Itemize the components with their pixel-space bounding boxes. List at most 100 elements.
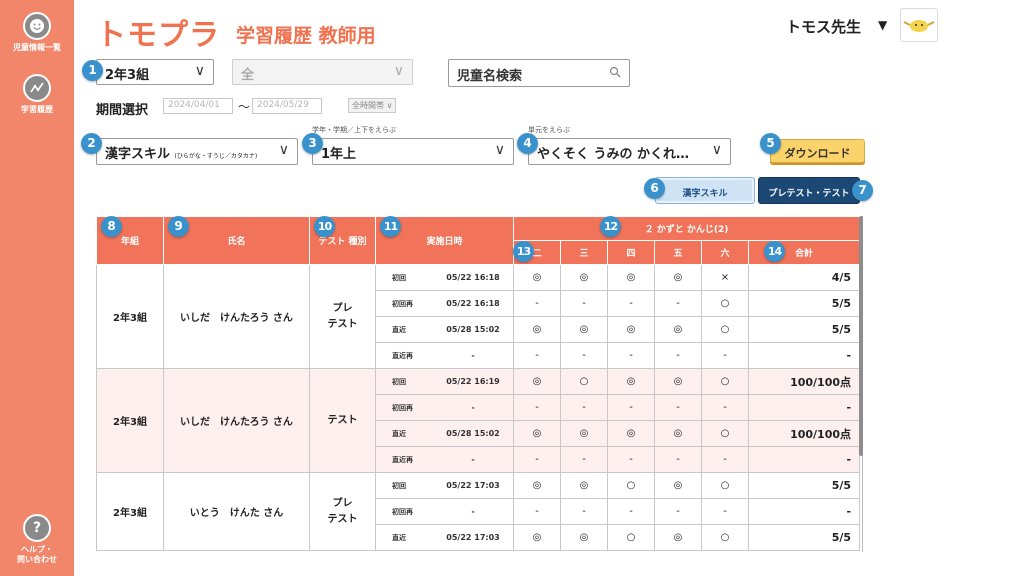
cell-total: 5/5 xyxy=(747,472,861,499)
cell-attempt-datetime: 直近再 - xyxy=(375,446,514,473)
cell-grade: 2年3組 xyxy=(96,472,164,551)
class-select-value: 2年3組 xyxy=(105,68,150,83)
cell-mark: ○ xyxy=(701,290,749,317)
app-logo: トモプラ xyxy=(96,18,220,53)
cell-total: - xyxy=(747,394,861,421)
download-button[interactable]: ダウンロード xyxy=(770,139,865,163)
cell-mark: - xyxy=(607,290,655,317)
cell-mark: - xyxy=(607,446,655,473)
user-name[interactable]: トモス先生 xyxy=(786,16,861,37)
chevron-down-icon: ∨ xyxy=(494,142,505,158)
cell-mark: ◎ xyxy=(560,420,608,447)
attempt-datetime: - xyxy=(471,454,475,464)
attempt-datetime: 05/22 16:19 xyxy=(446,376,500,386)
cell-mark: ◎ xyxy=(513,316,561,343)
chevron-down-icon: ∨ xyxy=(278,142,289,158)
cell-total: - xyxy=(747,498,861,525)
header-col: 六 xyxy=(701,240,749,265)
badge-14: 14 xyxy=(764,241,785,262)
sidebar-item-help[interactable]: ? ヘルプ・ 問い合わせ xyxy=(0,514,74,565)
attempt-datetime: 05/22 17:03 xyxy=(446,532,500,542)
cell-mark: - xyxy=(654,498,702,525)
results-table: 年組 氏名 テスト 種別 実施日時 ２ かずと かんじ(2) 二 三 四 五 六… xyxy=(96,216,861,551)
cell-mark: ◎ xyxy=(607,420,655,447)
attempt-datetime: 05/28 15:02 xyxy=(446,324,500,334)
attempt-label: 直近 xyxy=(392,325,406,334)
cell-mark: - xyxy=(701,394,749,421)
sidebar-item-student-list[interactable]: 児童情報一覧 xyxy=(0,12,74,53)
cell-mark: ◎ xyxy=(560,316,608,343)
attempt-datetime: 05/28 15:02 xyxy=(446,428,500,438)
header-col: 三 xyxy=(560,240,608,265)
badge-2: 2 xyxy=(81,133,102,154)
cell-total: 5/5 xyxy=(747,290,861,317)
date-from-input[interactable]: 2024/04/01 xyxy=(163,98,233,114)
tab-kanji-skill[interactable]: 漢字スキル xyxy=(655,177,755,204)
badge-4: 4 xyxy=(517,133,538,154)
time-range-button[interactable]: 全時間帯 ∨ xyxy=(348,98,397,113)
attempt-label: 初回再 xyxy=(392,403,413,412)
table-scrollbar[interactable] xyxy=(859,216,863,456)
cell-mark: ◎ xyxy=(654,524,702,551)
badge-5: 5 xyxy=(760,133,781,154)
date-separator: ～ xyxy=(238,100,251,114)
cell-attempt-datetime: 直近再 - xyxy=(375,342,514,369)
cell-mark: - xyxy=(513,342,561,369)
cell-mark: ◎ xyxy=(513,524,561,551)
badge-11: 11 xyxy=(380,216,401,237)
badge-8: 8 xyxy=(101,216,122,237)
badge-3: 3 xyxy=(302,133,323,154)
cell-grade: 2年3組 xyxy=(96,368,164,473)
cell-total: - xyxy=(747,446,861,473)
avatar[interactable] xyxy=(900,8,938,42)
header-col: 五 xyxy=(654,240,702,265)
cell-test-type: テスト xyxy=(309,368,376,473)
subject-select[interactable]: 漢字スキル (ひらがな・すうじ／カタカナ) ∨ xyxy=(96,138,298,165)
user-menu-caret-icon[interactable]: ▼ xyxy=(878,18,887,32)
sidebar-item-learning-history[interactable]: 学習履歴 xyxy=(0,74,74,115)
cell-mark: ◎ xyxy=(607,368,655,395)
cell-attempt-datetime: 初回再 05/22 16:18 xyxy=(375,290,514,317)
cell-mark: ○ xyxy=(607,472,655,499)
cell-attempt-datetime: 初回 05/22 16:18 xyxy=(375,264,514,291)
cell-mark: × xyxy=(701,264,749,291)
all-select[interactable]: 全 ∨ xyxy=(232,59,413,85)
cell-total: 4/5 xyxy=(747,264,861,291)
page-title: 学習履歴 教師用 xyxy=(236,25,376,47)
search-icon xyxy=(609,66,621,78)
attempt-datetime: - xyxy=(471,506,475,516)
cell-mark: ○ xyxy=(701,472,749,499)
cell-mark: - xyxy=(607,342,655,369)
sidebar-item-label: 学習履歴 xyxy=(21,105,53,114)
search-placeholder: 児童名検索 xyxy=(457,69,523,84)
cell-mark: - xyxy=(560,290,608,317)
cell-attempt-datetime: 初回 05/22 17:03 xyxy=(375,472,514,499)
term-select-value: 1年上 xyxy=(321,147,357,162)
chevron-down-icon: ∨ xyxy=(194,63,205,79)
cell-attempt-datetime: 初回再 - xyxy=(375,498,514,525)
cell-grade: 2年3組 xyxy=(96,264,164,369)
cell-mark: ◎ xyxy=(654,368,702,395)
attempt-label: 直近再 xyxy=(392,455,413,464)
cell-student-name[interactable]: いしだ けんたろう さん xyxy=(163,368,310,473)
cell-mark: - xyxy=(654,342,702,369)
cell-mark: ◎ xyxy=(607,264,655,291)
search-input[interactable]: 児童名検索 xyxy=(448,59,630,87)
cell-attempt-datetime: 直近 05/28 15:02 xyxy=(375,316,514,343)
unit-select[interactable]: やくそく うみの かくれ… ∨ xyxy=(528,138,731,165)
cell-mark: ○ xyxy=(701,524,749,551)
cell-mark: ○ xyxy=(701,420,749,447)
date-to-input[interactable]: 2024/05/29 xyxy=(252,98,322,114)
cell-student-name[interactable]: いとう けんた さん xyxy=(163,472,310,551)
all-select-value: 全 xyxy=(241,68,255,83)
attempt-label: 初回再 xyxy=(392,507,413,516)
smiley-icon xyxy=(23,12,51,40)
cell-mark: ○ xyxy=(560,368,608,395)
table-row: 2年3組 いとう けんた さん プレ テスト 初回 05/22 17:03 ◎ ◎ ○ ◎ ○ 5/… xyxy=(96,472,861,551)
cell-mark: - xyxy=(654,446,702,473)
tab-pretest-test[interactable]: プレテスト・テスト xyxy=(758,177,860,204)
cell-student-name[interactable]: いしだ けんたろう さん xyxy=(163,264,310,369)
term-select[interactable]: 1年上 ∨ xyxy=(312,138,514,165)
cell-mark: - xyxy=(701,342,749,369)
class-select[interactable]: 2年3組 ∨ xyxy=(96,59,214,85)
